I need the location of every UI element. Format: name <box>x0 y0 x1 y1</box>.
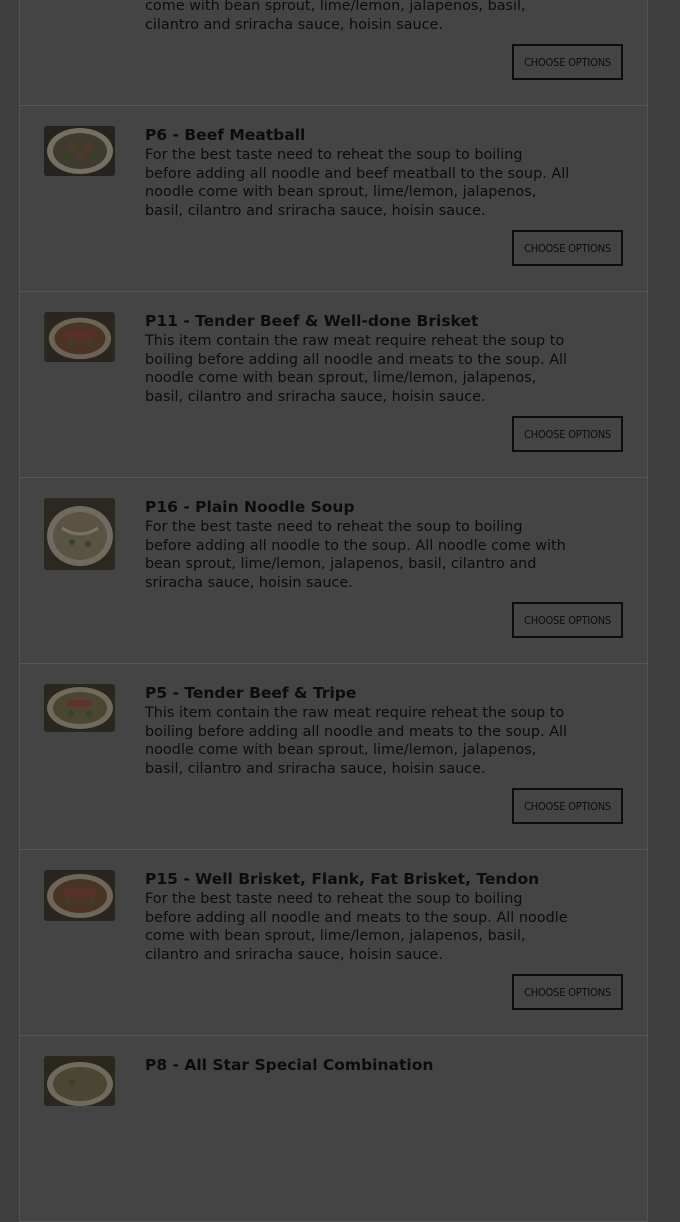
pho-photo[interactable] <box>44 1056 115 1106</box>
item-description: For the best taste need to reheat the so… <box>145 0 526 34</box>
item-description: For the best taste need to reheat the so… <box>145 147 570 220</box>
item-title[interactable]: P11 - Tender Beef & Well-done Brisket <box>145 312 478 330</box>
menu-item: P16 - Plain Noodle Soup For the best tas… <box>20 478 647 664</box>
item-description: For the best taste need to reheat the so… <box>145 891 568 964</box>
item-description: For the best taste need to reheat the so… <box>145 519 566 592</box>
item-title[interactable]: P6 - Beef Meatball <box>145 126 305 144</box>
pho-photo[interactable] <box>44 870 115 921</box>
choose-options-button[interactable]: CHOOSE OPTIONS <box>512 788 623 824</box>
menu-item: For the best taste need to reheat the so… <box>20 0 647 106</box>
pho-photo[interactable] <box>44 684 115 732</box>
choose-options-button[interactable]: CHOOSE OPTIONS <box>512 602 623 638</box>
menu-item: P8 - All Star Special Combination <box>20 1036 647 1222</box>
pho-photo[interactable] <box>44 498 115 570</box>
choose-options-button[interactable]: CHOOSE OPTIONS <box>512 44 623 80</box>
choose-options-button[interactable]: CHOOSE OPTIONS <box>512 230 623 266</box>
item-title[interactable]: P8 - All Star Special Combination <box>145 1056 433 1074</box>
item-description: This item contain the raw meat require r… <box>145 705 568 778</box>
item-title[interactable]: P5 - Tender Beef & Tripe <box>145 684 356 702</box>
pho-photo[interactable] <box>44 312 115 362</box>
menu-item: P5 - Tender Beef & Tripe This item conta… <box>20 664 647 850</box>
choose-options-button[interactable]: CHOOSE OPTIONS <box>512 416 623 452</box>
choose-options-button[interactable]: CHOOSE OPTIONS <box>512 974 623 1010</box>
menu-item: P6 - Beef Meatball For the best taste ne… <box>20 106 647 292</box>
pho-photo[interactable] <box>44 126 115 176</box>
menu-item: P11 - Tender Beef & Well-done Brisket Th… <box>20 292 647 478</box>
item-title[interactable]: P16 - Plain Noodle Soup <box>145 498 355 516</box>
menu-list: For the best taste need to reheat the so… <box>19 0 648 1222</box>
item-title[interactable]: P15 - Well Brisket, Flank, Fat Brisket, … <box>145 870 539 888</box>
menu-item: P15 - Well Brisket, Flank, Fat Brisket, … <box>20 850 647 1036</box>
item-description: This item contain the raw meat require r… <box>145 333 568 406</box>
